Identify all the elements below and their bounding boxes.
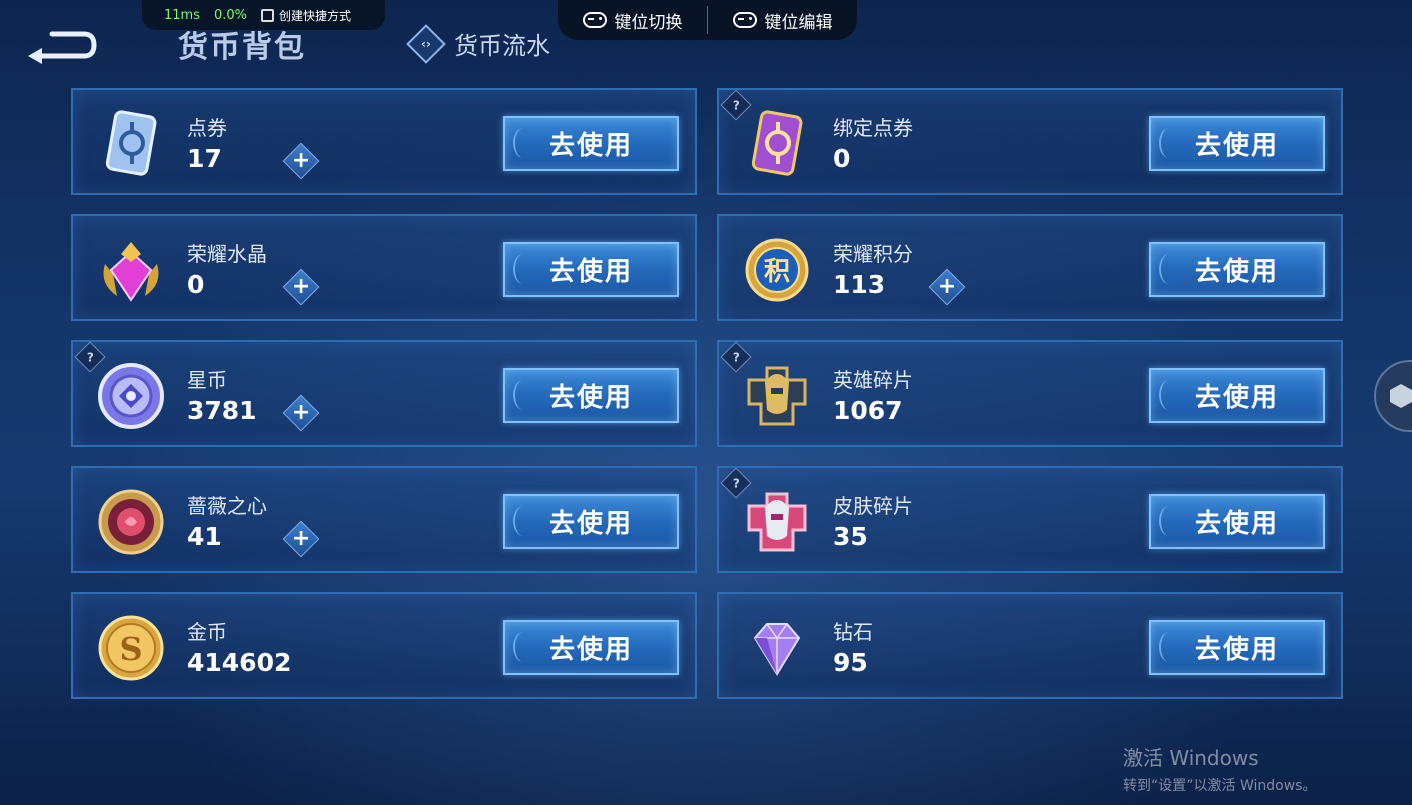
currency-name: 星币 — [187, 368, 227, 392]
key-switch-button[interactable]: 键位切换 — [558, 8, 707, 33]
side-panel-handle[interactable] — [1374, 360, 1412, 432]
add-currency-button[interactable]: + — [282, 520, 320, 558]
use-button-label: 去使用 — [548, 257, 633, 287]
ping-readout: 11ms — [164, 7, 200, 23]
currency-name: 英雄碎片 — [833, 368, 913, 392]
cpu-readout: 0.0% — [213, 7, 248, 23]
gold-coin-icon: S — [95, 612, 167, 684]
currency-name: 荣耀积分 — [833, 242, 913, 266]
currency-amount: 0 — [833, 144, 851, 173]
use-button[interactable]: 去使用 — [503, 368, 679, 423]
use-button-label: 去使用 — [1194, 635, 1279, 665]
create-shortcut-button[interactable]: 创建快捷方式 — [261, 7, 351, 24]
currency-card: S 金币 414602 去使用 — [71, 592, 697, 699]
add-currency-button[interactable]: + — [282, 268, 320, 306]
use-button-label: 去使用 — [548, 131, 633, 161]
glory-crystal-icon — [95, 234, 167, 306]
key-switch-label: 键位切换 — [614, 12, 683, 33]
watermark-title: 激活 Windows — [1123, 746, 1259, 770]
currency-amount: 1067 — [833, 396, 903, 425]
tab-currency-flow[interactable]: ‹› 货币流水 — [406, 23, 550, 64]
currency-name: 蔷薇之心 — [187, 494, 267, 518]
svg-text:积: 积 — [764, 257, 790, 287]
currency-amount: 41 — [187, 522, 222, 551]
create-shortcut-label: 创建快捷方式 — [279, 8, 352, 23]
currency-name: 钻石 — [833, 620, 873, 644]
add-currency-button[interactable]: + — [928, 268, 966, 306]
use-button-label: 去使用 — [1194, 257, 1279, 287]
currency-card: 钻石 95 去使用 — [717, 592, 1343, 699]
use-button[interactable]: 去使用 — [503, 620, 679, 675]
currency-card: ? 绑定点券 0 去使用 — [717, 88, 1343, 195]
svg-text:S: S — [119, 630, 142, 668]
gamepad-switch-icon — [582, 12, 607, 28]
coupon-card-icon — [95, 108, 167, 180]
key-mapping-bar: 键位切换 键位编辑 — [558, 0, 857, 40]
currency-card: ? 星币 3781 + 去使用 — [71, 340, 697, 447]
currency-name: 荣耀水晶 — [187, 242, 267, 266]
add-currency-button[interactable]: + — [282, 394, 320, 432]
diamond-icon — [741, 612, 813, 684]
currency-amount: 3781 — [187, 396, 257, 425]
currency-card: ? 皮肤碎片 35 去使用 — [717, 466, 1343, 573]
currency-amount: 414602 — [187, 648, 292, 677]
star-coin-icon — [95, 360, 167, 432]
currency-flow-icon: ‹› — [406, 23, 446, 64]
currency-card: 点券 17 + 去使用 — [71, 88, 697, 195]
bound-coupon-card-icon — [741, 108, 813, 180]
page-title: 货币背包 — [178, 30, 306, 65]
currency-amount: 17 — [187, 144, 222, 173]
currency-amount: 0 — [187, 270, 205, 299]
gamepad-edit-icon — [732, 12, 757, 28]
currency-card: 积 荣耀积分 113 + 去使用 — [717, 214, 1343, 321]
currency-amount: 35 — [833, 522, 868, 551]
shortcut-icon — [261, 8, 275, 22]
key-edit-button[interactable]: 键位编辑 — [708, 8, 857, 33]
use-button[interactable]: 去使用 — [1149, 242, 1325, 297]
currency-amount: 95 — [833, 648, 868, 677]
hero-fragment-icon — [741, 360, 813, 432]
currency-card: 荣耀水晶 0 + 去使用 — [71, 214, 697, 321]
currency-name: 点券 — [187, 116, 227, 140]
use-button-label: 去使用 — [548, 509, 633, 539]
use-button[interactable]: 去使用 — [1149, 368, 1325, 423]
use-button[interactable]: 去使用 — [1149, 494, 1325, 549]
back-arrow-icon[interactable] — [24, 26, 98, 64]
key-edit-label: 键位编辑 — [764, 12, 833, 33]
currency-name: 金币 — [187, 620, 227, 644]
add-currency-button[interactable]: + — [282, 142, 320, 180]
use-button-label: 去使用 — [548, 383, 633, 413]
use-button[interactable]: 去使用 — [1149, 620, 1325, 675]
currency-card: ? 英雄碎片 1067 去使用 — [717, 340, 1343, 447]
use-button-label: 去使用 — [1194, 509, 1279, 539]
watermark-subtitle: 转到“设置”以激活 Windows。 — [1123, 778, 1317, 794]
use-button-label: 去使用 — [1194, 383, 1279, 413]
use-button[interactable]: 去使用 — [1149, 116, 1325, 171]
use-button[interactable]: 去使用 — [503, 494, 679, 549]
use-button-label: 去使用 — [1194, 131, 1279, 161]
skin-fragment-icon — [741, 486, 813, 558]
hexagon-icon — [1390, 384, 1412, 408]
currency-card: 蔷薇之心 41 + 去使用 — [71, 466, 697, 573]
tab-currency-flow-label: 货币流水 — [454, 32, 550, 60]
rose-heart-icon — [95, 486, 167, 558]
use-button[interactable]: 去使用 — [503, 242, 679, 297]
windows-activation-watermark: 激活 Windows 转到“设置”以激活 Windows。 — [1123, 742, 1316, 795]
currency-name: 皮肤碎片 — [833, 494, 913, 518]
glory-points-icon: 积 — [741, 234, 813, 306]
use-button-label: 去使用 — [548, 635, 633, 665]
use-button[interactable]: 去使用 — [503, 116, 679, 171]
currency-amount: 113 — [833, 270, 886, 299]
currency-name: 绑定点券 — [833, 116, 913, 140]
